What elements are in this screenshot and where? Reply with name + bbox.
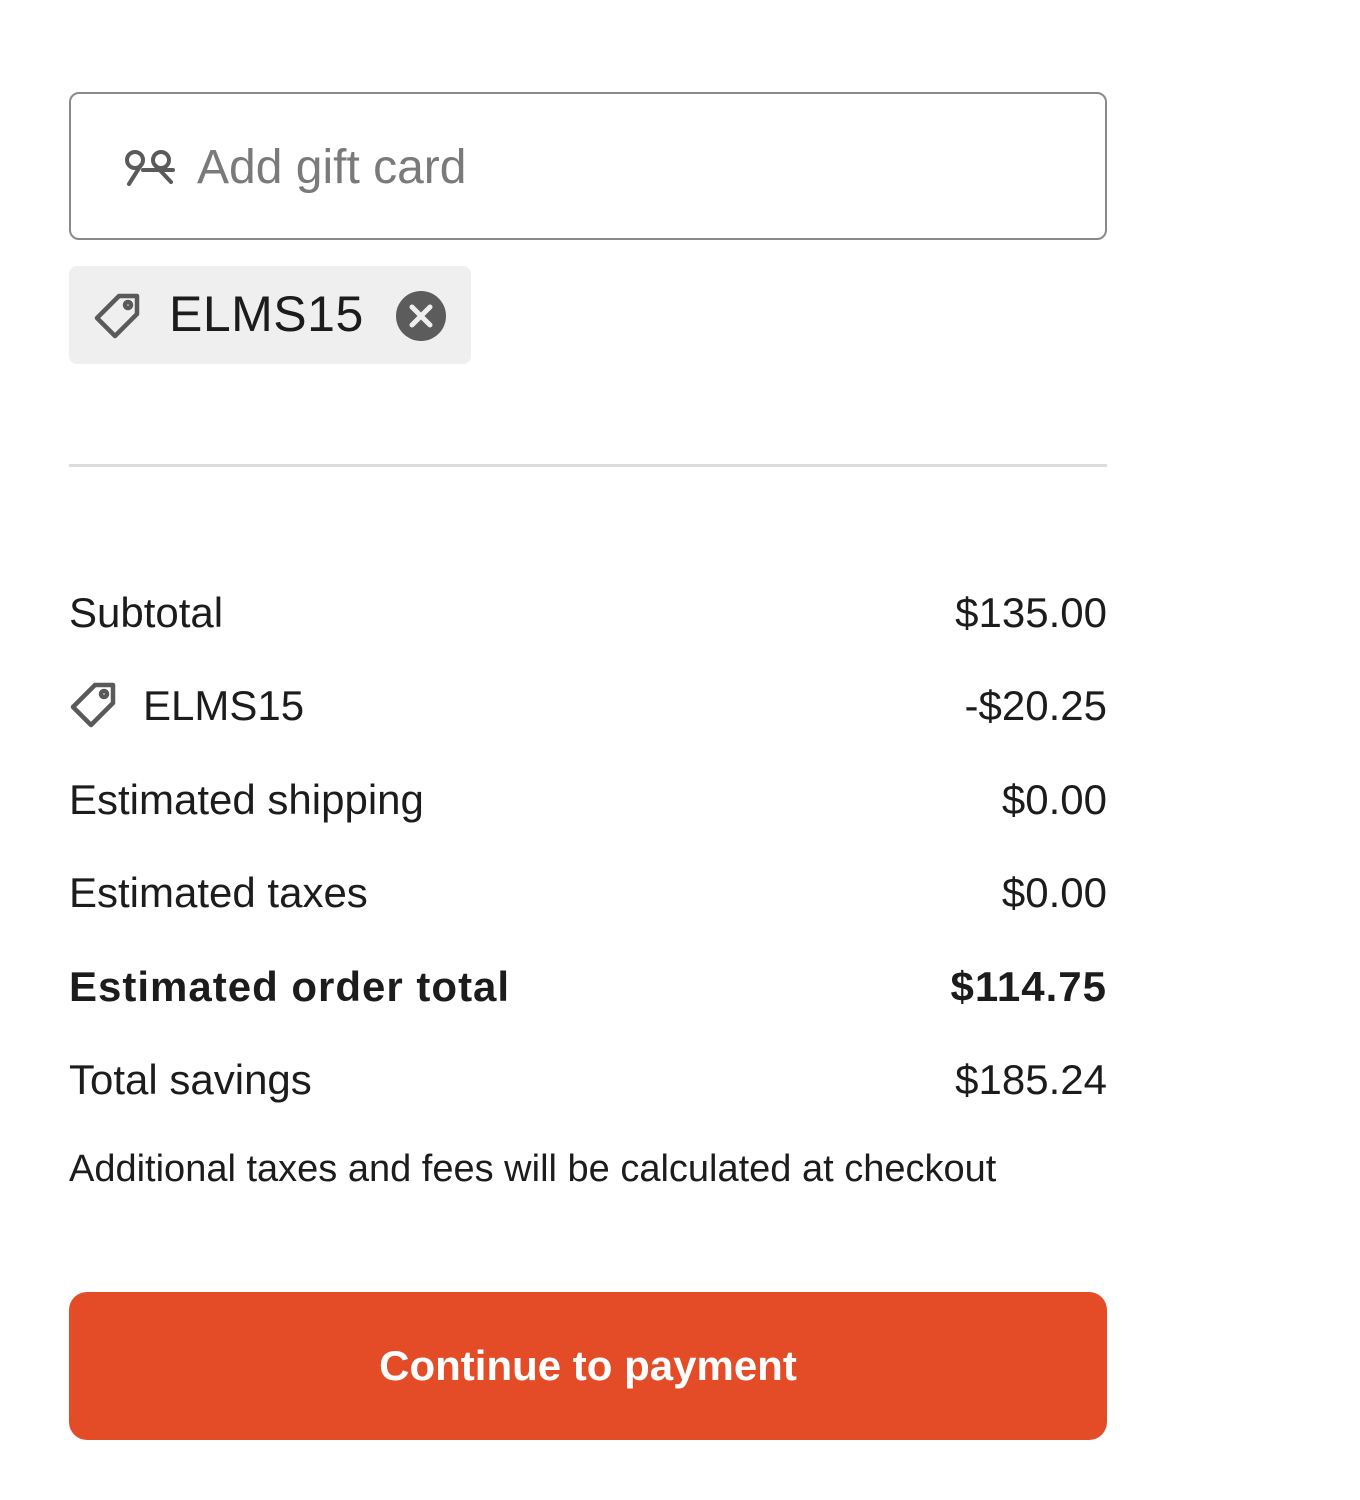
close-circle-icon bbox=[396, 291, 446, 341]
savings-value: $185.24 bbox=[955, 1056, 1107, 1104]
gift-icon bbox=[125, 150, 175, 186]
continue-to-payment-button[interactable]: Continue to payment bbox=[69, 1292, 1107, 1440]
tag-icon bbox=[70, 683, 116, 728]
shipping-value: $0.00 bbox=[1001, 775, 1107, 823]
discount-row: ELMS15 -$20.25 bbox=[69, 660, 1107, 754]
order-total-row: Estimated order total $114.75 bbox=[69, 940, 1107, 1034]
order-total-value: $114.75 bbox=[950, 962, 1107, 1010]
taxes-value: $0.00 bbox=[1001, 869, 1107, 917]
shipping-row: Estimated shipping $0.00 bbox=[69, 753, 1107, 847]
promo-code-label: ELMS15 bbox=[169, 286, 364, 342]
order-summary-panel: ELMS15 Subtotal $135.00 ELMS15 bbox=[69, 92, 1107, 1440]
remove-promo-button[interactable] bbox=[395, 290, 447, 342]
order-total-label: Estimated order total bbox=[69, 962, 511, 1010]
gift-card-field[interactable] bbox=[69, 92, 1107, 240]
taxes-label: Estimated taxes bbox=[69, 869, 368, 917]
promo-code-chip: ELMS15 bbox=[69, 266, 471, 364]
shipping-label: Estimated shipping bbox=[69, 775, 424, 823]
subtotal-value: $135.00 bbox=[955, 588, 1107, 636]
checkout-note: Additional taxes and fees will be calcul… bbox=[69, 1148, 997, 1190]
discount-label: ELMS15 bbox=[143, 682, 305, 730]
divider bbox=[69, 464, 1107, 467]
savings-label: Total savings bbox=[69, 1056, 312, 1104]
savings-row: Total savings $185.24 bbox=[69, 1034, 1107, 1128]
tag-icon bbox=[94, 293, 140, 339]
discount-value: -$20.25 bbox=[964, 682, 1107, 730]
taxes-row: Estimated taxes $0.00 bbox=[69, 847, 1107, 941]
discount-label-group: ELMS15 bbox=[69, 681, 304, 731]
price-summary: Subtotal $135.00 ELMS15 -$20.25 Estimate… bbox=[69, 566, 1107, 1127]
gift-card-input[interactable] bbox=[197, 130, 1077, 204]
subtotal-row: Subtotal $135.00 bbox=[69, 566, 1107, 660]
subtotal-label: Subtotal bbox=[69, 588, 224, 636]
